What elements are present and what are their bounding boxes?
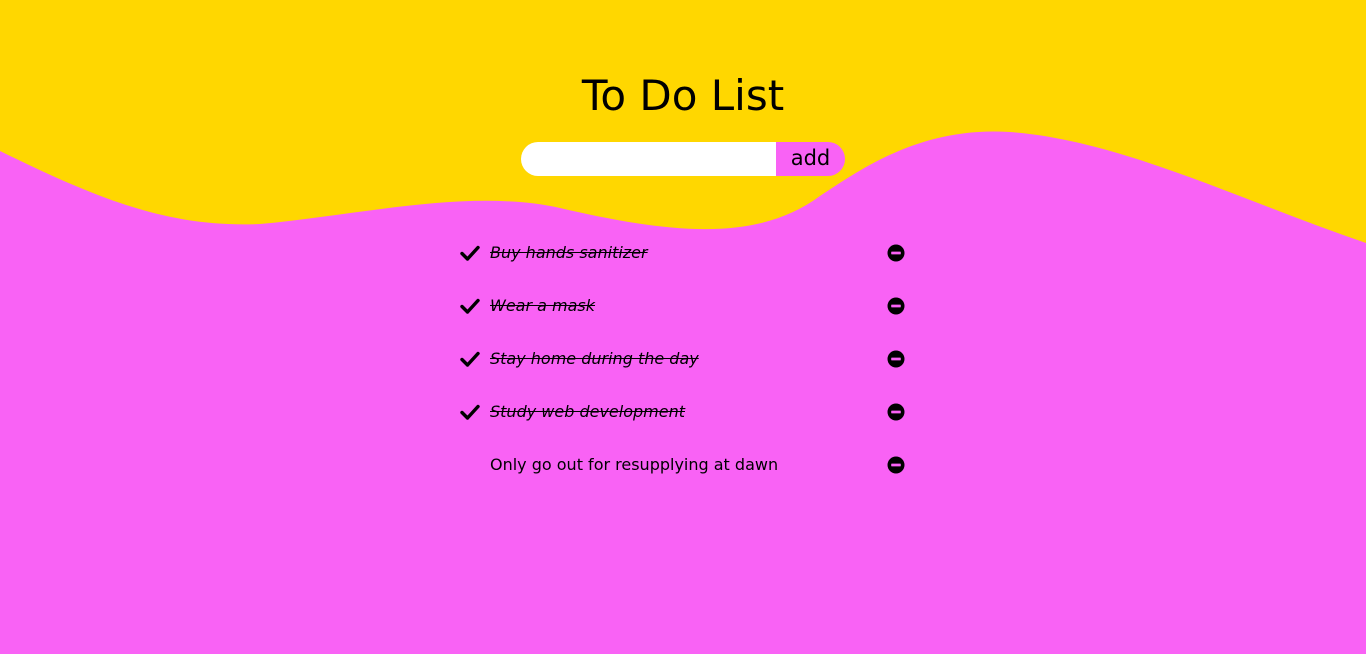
todo-list: Buy hands sanitizer Wear a mask Stay hom… <box>460 236 908 501</box>
todo-text: Stay home during the day <box>490 349 699 368</box>
todo-item[interactable]: Buy hands sanitizer <box>460 236 908 289</box>
minus-circle-icon[interactable] <box>887 297 905 315</box>
todo-item[interactable]: Only go out for resupplying at dawn <box>460 448 908 501</box>
minus-circle-icon[interactable] <box>887 350 905 368</box>
check-icon[interactable] <box>460 350 480 368</box>
check-icon[interactable] <box>460 297 480 315</box>
check-icon[interactable] <box>460 244 480 262</box>
check-icon[interactable] <box>460 403 480 421</box>
add-button[interactable]: add <box>776 142 845 176</box>
todo-text: Buy hands sanitizer <box>490 243 648 262</box>
todo-item[interactable]: Stay home during the day <box>460 342 908 395</box>
page-title: To Do List <box>581 71 785 120</box>
minus-circle-icon[interactable] <box>887 403 905 421</box>
todo-text: Wear a mask <box>490 296 596 315</box>
minus-circle-icon[interactable] <box>887 456 905 474</box>
app-container: To Do List add Buy hands sanitizer Wear … <box>0 0 1366 654</box>
todo-text: Study web development <box>490 402 685 421</box>
add-task-form: add <box>521 142 845 176</box>
todo-item[interactable]: Wear a mask <box>460 289 908 342</box>
todo-item[interactable]: Study web development <box>460 395 908 448</box>
todo-text: Only go out for resupplying at dawn <box>490 455 779 474</box>
task-input[interactable] <box>521 142 776 176</box>
minus-circle-icon[interactable] <box>887 244 905 262</box>
